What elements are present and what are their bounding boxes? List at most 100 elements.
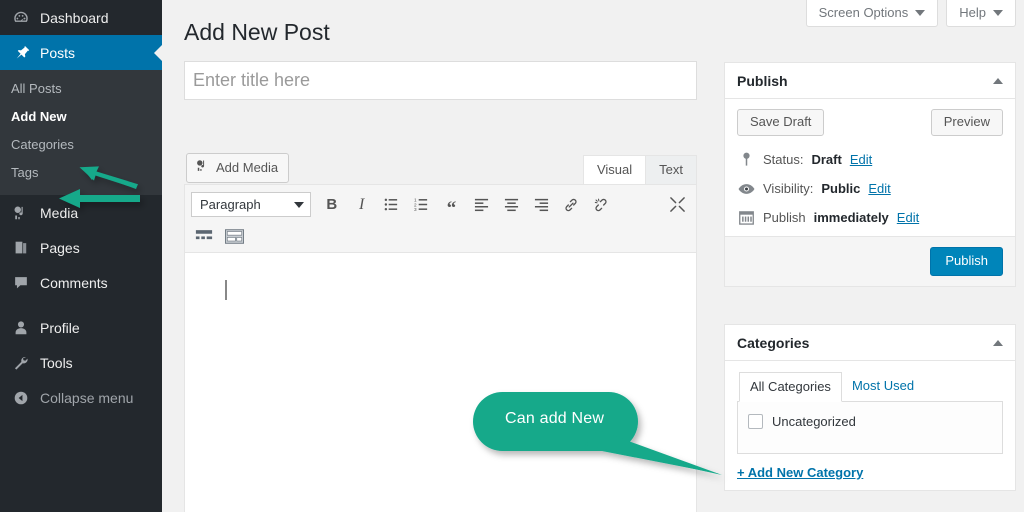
paragraph-format-select[interactable]: Paragraph <box>191 192 311 217</box>
page-title: Add New Post <box>184 19 330 45</box>
add-new-category-link[interactable]: + Add New Category <box>737 465 863 480</box>
sidebar-item-posts[interactable]: Posts <box>0 35 162 70</box>
save-draft-button[interactable]: Save Draft <box>737 109 825 136</box>
submenu-item-label: Categories <box>11 137 74 152</box>
submenu-item-add-new[interactable]: Add New <box>0 103 162 131</box>
fullscreen-icon[interactable] <box>662 191 692 219</box>
sidebar-item-comments[interactable]: Comments <box>0 265 162 300</box>
categories-metabox-title: Categories <box>737 334 810 351</box>
tab-visual[interactable]: Visual <box>582 155 647 184</box>
align-left-icon[interactable] <box>466 191 496 219</box>
bold-icon[interactable]: B <box>317 191 347 219</box>
post-status-row: Status: Draft Edit <box>737 151 1003 168</box>
schedule-edit-link[interactable]: Edit <box>897 209 919 226</box>
svg-text:3: 3 <box>414 207 417 212</box>
list-item[interactable]: Uncategorized <box>748 414 992 429</box>
help-label: Help <box>959 5 986 20</box>
category-label: Uncategorized <box>772 414 856 429</box>
submenu-item-all-posts[interactable]: All Posts <box>0 75 162 103</box>
publish-metabox-title: Publish <box>737 72 788 89</box>
toolbar-toggle-icon[interactable] <box>219 222 249 250</box>
help-button[interactable]: Help <box>946 0 1016 27</box>
sidebar-item-dashboard[interactable]: Dashboard <box>0 0 162 35</box>
screen-options-label: Screen Options <box>818 5 909 20</box>
submenu-item-label: All Posts <box>11 81 62 96</box>
read-more-icon[interactable] <box>189 222 219 250</box>
sidebar-item-collapse-menu[interactable]: Collapse menu <box>0 380 162 415</box>
add-media-icon <box>195 158 210 177</box>
add-media-label: Add Media <box>216 159 279 175</box>
visibility-label: Visibility: <box>763 181 814 196</box>
italic-icon[interactable]: I <box>347 191 377 219</box>
sidebar-item-profile[interactable]: Profile <box>0 310 162 345</box>
screen-options-button[interactable]: Screen Options <box>805 0 939 27</box>
visibility-value: Public <box>821 181 861 196</box>
media-icon <box>11 203 31 223</box>
visibility-edit-link[interactable]: Edit <box>868 180 890 197</box>
editor-content-area[interactable] <box>185 253 696 512</box>
publish-metabox: Publish Save Draft Preview Status: Draft… <box>724 62 1016 287</box>
sidebar-item-label: Dashboard <box>40 9 109 26</box>
tab-all-categories-label: All Categories <box>750 379 831 394</box>
menu-divider <box>0 300 162 310</box>
submenu-item-label: Add New <box>11 109 67 124</box>
submenu-item-label: Tags <box>11 165 39 180</box>
sidebar-item-label: Profile <box>40 319 80 336</box>
tab-text-label: Text <box>659 162 683 177</box>
category-checkbox[interactable] <box>748 414 763 429</box>
bulleted-list-icon[interactable] <box>377 191 407 219</box>
sidebar-item-label: Tools <box>40 354 73 371</box>
publish-metabox-body: Save Draft Preview Status: Draft Edit Vi… <box>725 99 1015 236</box>
collapse-toggle-icon[interactable] <box>993 339 1003 346</box>
tab-most-used[interactable]: Most Used <box>842 372 924 402</box>
insert-link-icon[interactable] <box>556 191 586 219</box>
sidebar-item-tools[interactable]: Tools <box>0 345 162 380</box>
align-right-icon[interactable] <box>526 191 556 219</box>
current-menu-pointer-icon <box>154 44 162 61</box>
post-visibility-row: Visibility: Public Edit <box>737 180 1003 197</box>
add-media-button[interactable]: Add Media <box>186 153 290 183</box>
editor-box: Paragraph B I 123 “ <box>184 184 697 512</box>
tab-most-used-label: Most Used <box>851 378 915 393</box>
align-center-icon[interactable] <box>496 191 526 219</box>
remove-link-icon[interactable] <box>586 191 616 219</box>
schedule-value: immediately <box>813 210 889 225</box>
preview-button[interactable]: Preview <box>930 109 1003 136</box>
pin-status-icon <box>737 152 755 167</box>
collapse-toggle-icon[interactable] <box>993 77 1003 84</box>
editor-toolbar: Paragraph B I 123 “ <box>185 185 696 253</box>
categories-checklist[interactable]: Uncategorized <box>737 402 1003 454</box>
toolbar-row-2 <box>189 222 692 250</box>
calendar-icon <box>737 210 755 225</box>
dashboard-gauge-icon <box>11 8 31 28</box>
screen-meta-links: Screen Options Help <box>805 0 1016 27</box>
post-editor: Add Media Visual Text Paragraph B I 1 2 … <box>184 148 697 512</box>
sidebar-item-label: Media <box>40 204 79 221</box>
user-icon <box>11 318 31 338</box>
publish-button[interactable]: Publish <box>930 247 1003 276</box>
collapse-left-icon <box>11 388 31 408</box>
status-edit-link[interactable]: Edit <box>850 151 872 168</box>
sidebar-item-pages[interactable]: Pages <box>0 230 162 265</box>
chevron-down-icon <box>293 201 304 208</box>
post-title-input[interactable] <box>184 61 697 100</box>
categories-metabox-body: All Categories Most Used Uncategorized +… <box>725 361 1015 490</box>
tab-all-categories[interactable]: All Categories <box>739 372 842 402</box>
submenu-item-tags[interactable]: Tags <box>0 159 162 187</box>
submenu-item-categories[interactable]: Categories <box>0 131 162 159</box>
publish-minor-actions: Save Draft Preview <box>737 109 1003 139</box>
numbered-list-icon[interactable]: 123 <box>407 191 437 219</box>
sidebar-item-label: Posts <box>40 44 76 61</box>
sidebar-item-media[interactable]: Media <box>0 195 162 230</box>
tab-text[interactable]: Text <box>645 155 697 184</box>
publish-metabox-header: Publish <box>725 63 1015 99</box>
admin-sidebar: Dashboard Posts All Posts Add New Catego… <box>0 0 162 512</box>
blockquote-icon[interactable]: “ <box>437 191 467 219</box>
toolbar-row-1: Paragraph B I 123 “ <box>189 189 692 220</box>
wrench-icon <box>11 353 31 373</box>
tab-visual-label: Visual <box>596 162 633 177</box>
categories-metabox: Categories All Categories Most Used Unca… <box>724 324 1016 491</box>
publish-major-actions: Publish <box>725 236 1015 286</box>
categories-tabs: All Categories Most Used <box>737 371 1003 402</box>
comment-bubble-icon <box>11 273 31 293</box>
